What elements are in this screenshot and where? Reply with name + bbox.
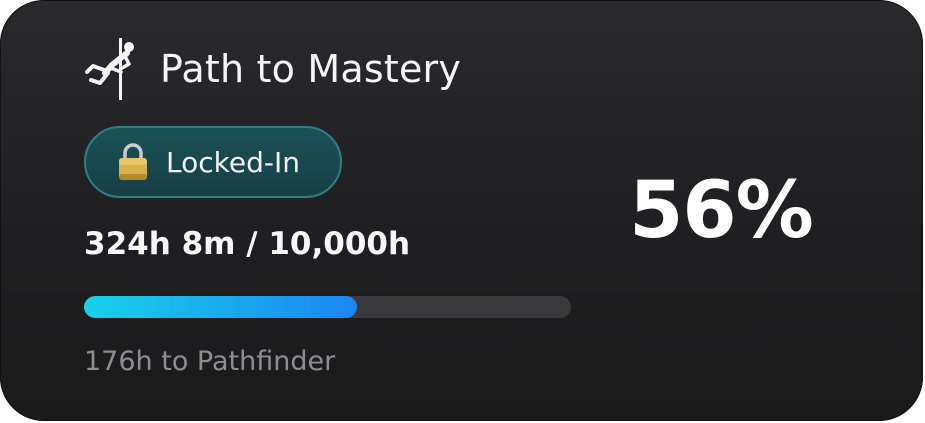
hours-progress-text: 324h 8m / 10,000h [84, 226, 411, 262]
progress-bar-fill [84, 296, 357, 318]
pole-climber-icon [84, 36, 142, 102]
next-milestone-text: 176h to Pathfinder [84, 346, 336, 377]
widget-header: Path to Mastery [84, 36, 461, 102]
percent-complete: 56% [629, 166, 814, 256]
status-badge[interactable]: Locked-In [84, 126, 342, 198]
status-badge-label: Locked-In [166, 145, 300, 179]
mastery-widget-card[interactable]: Path to Mastery Locked-In 324h 8m / 10,0… [0, 0, 923, 421]
lock-icon [116, 142, 150, 182]
widget-title: Path to Mastery [160, 47, 462, 91]
progress-bar [84, 296, 571, 318]
